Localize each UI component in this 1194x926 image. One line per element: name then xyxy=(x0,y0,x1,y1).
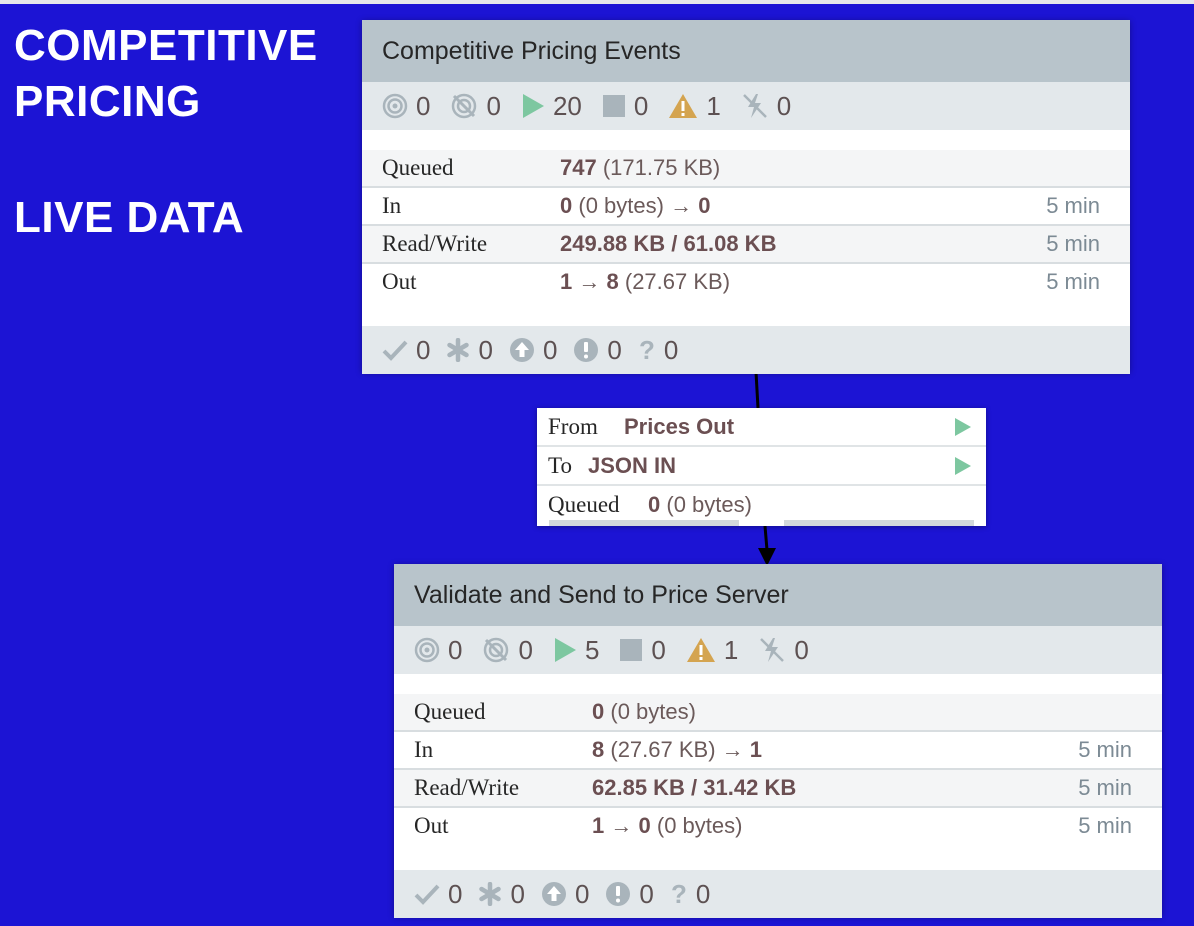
exclamation-circle-icon xyxy=(574,338,599,362)
process-group-title[interactable]: Validate and Send to Price Server xyxy=(394,564,1162,626)
process-group-validate-and-send[interactable]: Validate and Send to Price Server 0 0 5 … xyxy=(394,564,1162,918)
stopped-count: 0 xyxy=(602,82,648,130)
svg-text:?: ? xyxy=(639,337,655,363)
transmitting-icon xyxy=(382,93,408,119)
disabled-icon xyxy=(742,94,767,118)
check-icon xyxy=(382,340,408,361)
not-transmitting-icon xyxy=(484,637,509,663)
stop-icon xyxy=(620,639,643,661)
not-transmitting-count: 0 xyxy=(450,82,501,130)
stats-row-out: Out 1 → 8 (27.67 KB) 5 min xyxy=(362,264,1130,300)
transmitting-icon xyxy=(414,637,440,663)
stats-row-in: In 0 (0 bytes) → 0 5 min xyxy=(362,188,1130,226)
disabled-count: 0 xyxy=(758,626,809,674)
asterisk-icon xyxy=(479,882,502,906)
connection-queued: Queued 0 (0 bytes) xyxy=(548,491,752,517)
invalid-count: 1 xyxy=(668,82,721,130)
sync-failure-count: 0 xyxy=(605,879,654,910)
invalid-count: 1 xyxy=(686,626,738,674)
component-counts-bar: 0 0 20 0 1 0 xyxy=(362,82,1130,130)
stats-row-out: Out 1 → 0 (0 bytes) 5 min xyxy=(394,808,1162,844)
asterisk-icon xyxy=(447,338,470,362)
disabled-icon xyxy=(760,638,785,662)
play-icon xyxy=(554,638,576,662)
unknown-count: ? 0 xyxy=(670,878,711,909)
exclamation-circle-icon xyxy=(606,882,631,906)
play-icon xyxy=(955,457,971,475)
stopped-count: 0 xyxy=(619,626,666,674)
process-group-title[interactable]: Competitive Pricing Events xyxy=(362,20,1130,82)
disabled-count: 0 xyxy=(741,82,791,130)
running-count: 5 xyxy=(553,626,599,674)
stop-icon xyxy=(602,95,625,117)
play-icon xyxy=(955,418,971,436)
stale-count: 0 xyxy=(509,335,557,366)
arrow-up-circle-icon xyxy=(509,338,534,362)
stats-row-queued: Queued 0 (0 bytes) xyxy=(394,694,1162,732)
sync-failure-count: 0 xyxy=(573,335,622,366)
unknown-count: ? 0 xyxy=(638,334,679,365)
locally-modified-count: 0 xyxy=(478,879,525,910)
play-icon xyxy=(522,94,544,118)
not-transmitting-count: 0 xyxy=(482,626,533,674)
stats-row-in: In 8 (27.67 KB) → 1 5 min xyxy=(394,732,1162,770)
transmitting-count: 0 xyxy=(414,626,462,674)
arrow-up-circle-icon xyxy=(541,882,566,906)
stats-table: Queued 747 (171.75 KB) In 0 (0 bytes) → … xyxy=(362,150,1130,300)
stats-table: Queued 0 (0 bytes) In 8 (27.67 KB) → 1 5… xyxy=(394,694,1162,844)
connection-label[interactable]: From Prices Out To JSON IN Queued 0 (0 b… xyxy=(537,408,986,526)
process-group-competitive-pricing-events[interactable]: Competitive Pricing Events 0 0 20 0 1 0 xyxy=(362,20,1130,374)
question-icon: ? xyxy=(671,881,687,907)
stats-row-read-write: Read/Write 249.88 KB / 61.08 KB 5 min xyxy=(362,226,1130,264)
check-icon xyxy=(414,884,440,905)
up-to-date-count: 0 xyxy=(382,335,430,366)
not-transmitting-icon xyxy=(452,93,477,119)
transmitting-count: 0 xyxy=(382,82,430,130)
component-counts-bar: 0 0 5 0 1 0 xyxy=(394,626,1162,674)
connection-to: To JSON IN xyxy=(537,447,986,486)
up-to-date-count: 0 xyxy=(414,879,462,910)
warning-icon xyxy=(686,638,715,662)
running-count: 20 xyxy=(521,82,582,130)
connection-from: From Prices Out xyxy=(537,408,986,447)
stale-count: 0 xyxy=(541,879,589,910)
warning-icon xyxy=(669,94,698,118)
version-control-bar: 0 0 0 0 ? 0 xyxy=(362,326,1130,374)
question-icon: ? xyxy=(639,337,655,363)
queue-progress-bars xyxy=(549,520,974,526)
stats-row-queued: Queued 747 (171.75 KB) xyxy=(362,150,1130,188)
locally-modified-count: 0 xyxy=(446,335,493,366)
stats-row-read-write: Read/Write 62.85 KB / 31.42 KB 5 min xyxy=(394,770,1162,808)
svg-text:?: ? xyxy=(671,881,687,907)
version-control-bar: 0 0 0 0 ? 0 xyxy=(394,870,1162,918)
